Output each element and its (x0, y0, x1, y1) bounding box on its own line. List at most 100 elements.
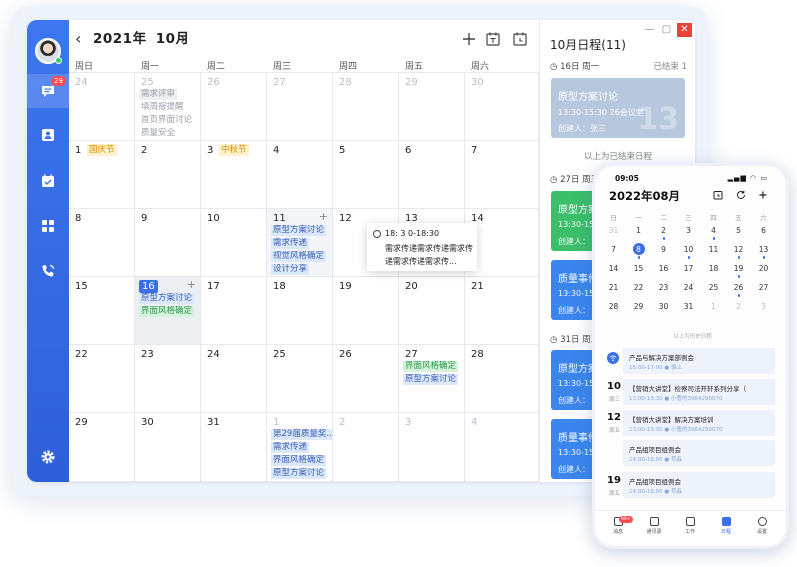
calendar-clock-icon[interactable] (512, 31, 528, 47)
phone-tab-work[interactable]: 工作 (675, 517, 705, 535)
day-cell[interactable]: 25 需求评审 填周报提醒 首页界面讨论 质量安全 (135, 73, 201, 141)
phone-day[interactable]: 25 (701, 283, 726, 292)
phone-day[interactable]: 22 (626, 283, 651, 292)
event-chip[interactable]: 原型方案讨论 (139, 293, 195, 304)
day-cell[interactable]: 6 (399, 141, 465, 209)
phone-day[interactable]: 9 (651, 245, 676, 254)
day-cell[interactable]: 28 (465, 345, 539, 413)
sidebar-item-messages[interactable]: 29 (27, 74, 69, 108)
close-button[interactable]: ✕ (677, 23, 692, 37)
event-chip[interactable]: 设计分享 (271, 264, 310, 275)
event-chip[interactable]: 需求评审 (139, 89, 178, 100)
day-cell[interactable]: 20 (399, 277, 465, 345)
phone-day[interactable]: 2 (651, 226, 676, 235)
event-chip[interactable]: 原型方案讨论 (403, 374, 459, 385)
day-cell[interactable]: 30 (465, 73, 539, 141)
phone-tab-schedule[interactable]: 日程 (711, 517, 741, 535)
day-cell[interactable]: 31 (201, 413, 267, 482)
phone-event[interactable]: 产品与解决方案部例会 15:00-17:00 ● 骆上 (623, 348, 775, 374)
phone-day[interactable]: 5 (726, 226, 751, 235)
day-cell[interactable]: 21 (465, 277, 539, 345)
phone-tab-messages[interactable]: 消息 99+ (603, 516, 633, 535)
day-cell[interactable]: 2 (135, 141, 201, 209)
event-chip[interactable]: 原型方案讨论 (271, 468, 327, 479)
phone-day[interactable]: 26 (726, 283, 751, 292)
day-cell[interactable]: 27 (267, 73, 333, 141)
day-cell[interactable]: 1 国庆节 (69, 141, 135, 209)
day-cell[interactable]: 28 (333, 73, 399, 141)
day-cell[interactable]: 3 中秋节 (201, 141, 267, 209)
day-cell[interactable]: 16 + 原型方案讨论 界面风格确定 (135, 277, 201, 345)
day-cell[interactable]: 24 (201, 345, 267, 413)
event-chip[interactable]: 需求传递 (271, 442, 310, 453)
phone-day[interactable]: 28 (601, 302, 626, 311)
phone-day[interactable]: 14 (601, 264, 626, 273)
day-cell[interactable]: 2 (333, 413, 399, 482)
next-month-button[interactable]: › (180, 30, 186, 48)
phone-day[interactable]: 30 (651, 302, 676, 311)
day-cell[interactable]: 29 (399, 73, 465, 141)
day-cell[interactable]: 7 (465, 141, 539, 209)
phone-tab-settings[interactable]: 设置 (747, 517, 777, 535)
phone-day[interactable]: 1 (626, 226, 651, 235)
event-chip[interactable]: 填周报提醒 (139, 102, 186, 113)
day-cell[interactable]: 5 (333, 141, 399, 209)
phone-day[interactable]: 13 (751, 245, 776, 254)
day-cell[interactable]: 11 + 原型方案讨论 需求传递 视觉风格确定 设计分享 (267, 209, 333, 277)
add-event-button[interactable] (461, 31, 477, 47)
schedule-card[interactable]: 原型方案讨论 13:30-15:30 26会议室 创建人：张三 13 (551, 78, 685, 138)
phone-day[interactable]: 8 (626, 245, 651, 254)
sidebar-item-calendar[interactable] (27, 164, 69, 198)
calendar-clock-icon[interactable] (713, 190, 723, 200)
phone-day[interactable]: 21 (601, 283, 626, 292)
phone-event[interactable]: 【营销大讲堂】解决方案培训 13:00-13:30 ● 小曹的3984290070 (623, 410, 775, 436)
day-cell[interactable]: 22 (69, 345, 135, 413)
day-cell[interactable]: 3 (399, 413, 465, 482)
event-chip[interactable]: 原型方案讨论 (271, 225, 327, 236)
phone-event[interactable]: 产品组项目组例会 14:00-16:00 ● 苟淼 (623, 472, 775, 498)
phone-day[interactable]: 17 (676, 264, 701, 273)
refresh-icon[interactable] (736, 190, 746, 200)
day-cell[interactable]: 1 第29届质量奖… 需求传递 界面风格确定 原型方案讨论 (267, 413, 333, 482)
phone-day[interactable]: 29 (626, 302, 651, 311)
phone-day[interactable]: 12 (726, 245, 751, 254)
add-event-plus-icon[interactable]: + (319, 210, 328, 223)
day-cell[interactable]: 25 (267, 345, 333, 413)
phone-day[interactable]: 27 (751, 283, 776, 292)
event-chip[interactable]: 界面风格确定 (271, 455, 327, 466)
phone-day[interactable]: 19 (726, 264, 751, 273)
sidebar-item-contacts[interactable] (27, 118, 69, 152)
phone-day[interactable]: 20 (751, 264, 776, 273)
phone-day[interactable]: 2 (726, 302, 751, 311)
add-icon[interactable] (758, 190, 768, 200)
phone-day[interactable]: 23 (651, 283, 676, 292)
maximize-button[interactable]: ▢ (659, 23, 674, 37)
phone-day[interactable]: 11 (701, 245, 726, 254)
day-cell[interactable]: 4 (267, 141, 333, 209)
phone-day[interactable]: 31 (676, 302, 701, 311)
day-cell[interactable]: 17 (201, 277, 267, 345)
phone-day[interactable]: 31 (601, 226, 626, 235)
day-cell[interactable]: 19 (333, 277, 399, 345)
event-chip[interactable]: 视觉风格确定 (271, 251, 327, 262)
day-cell[interactable]: 30 (135, 413, 201, 482)
phone-day[interactable]: 1 (701, 302, 726, 311)
day-cell[interactable]: 23 (135, 345, 201, 413)
day-cell[interactable]: 26 (201, 73, 267, 141)
phone-day[interactable]: 15 (626, 264, 651, 273)
phone-event[interactable]: 【营销大讲堂】检察司法开轩系列分享（ 13:00-13:30 ● 小曹的39842… (623, 379, 775, 405)
phone-day[interactable]: 18 (701, 264, 726, 273)
sidebar-item-apps[interactable] (27, 209, 69, 243)
phone-day[interactable]: 10 (676, 245, 701, 254)
event-chip[interactable]: 需求传递 (271, 238, 310, 249)
event-chip[interactable]: 界面风格确定 (403, 361, 459, 372)
day-cell[interactable]: 26 (333, 345, 399, 413)
prev-month-button[interactable]: ‹ (75, 30, 81, 48)
event-chip[interactable]: 质量安全 (139, 128, 177, 139)
phone-day[interactable]: 16 (651, 264, 676, 273)
day-cell[interactable]: 8 (69, 209, 135, 277)
phone-day[interactable]: 6 (751, 226, 776, 235)
day-cell[interactable]: 9 (135, 209, 201, 277)
day-cell[interactable]: 4 (465, 413, 539, 482)
event-chip[interactable]: 首页界面讨论 (139, 115, 194, 126)
